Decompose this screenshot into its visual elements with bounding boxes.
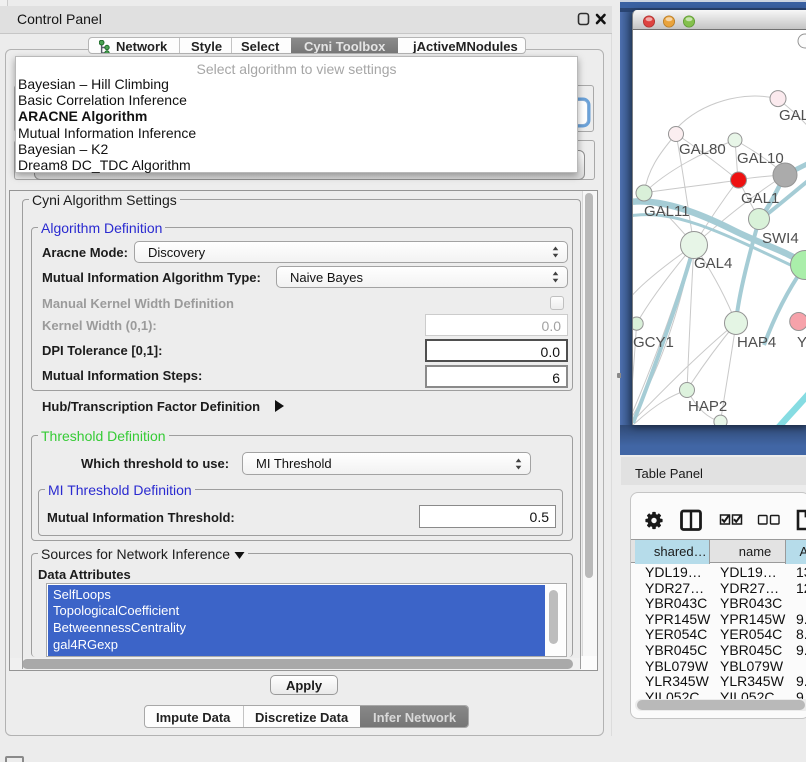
svg-text:HAP2: HAP2 — [688, 398, 727, 415]
svg-text:HAP4: HAP4 — [737, 334, 776, 351]
svg-text:GAL80: GAL80 — [679, 141, 726, 158]
svg-text:GAL1: GAL1 — [741, 190, 779, 207]
svg-text:Y: Y — [797, 334, 806, 351]
svg-text:GAL10: GAL10 — [737, 150, 784, 167]
svg-text:SWI4: SWI4 — [762, 230, 799, 247]
svg-text:GAL4: GAL4 — [694, 255, 732, 272]
svg-text:GAL11: GAL11 — [644, 203, 690, 220]
svg-text:GCY1: GCY1 — [633, 334, 674, 351]
svg-text:GAL: GAL — [779, 107, 806, 124]
